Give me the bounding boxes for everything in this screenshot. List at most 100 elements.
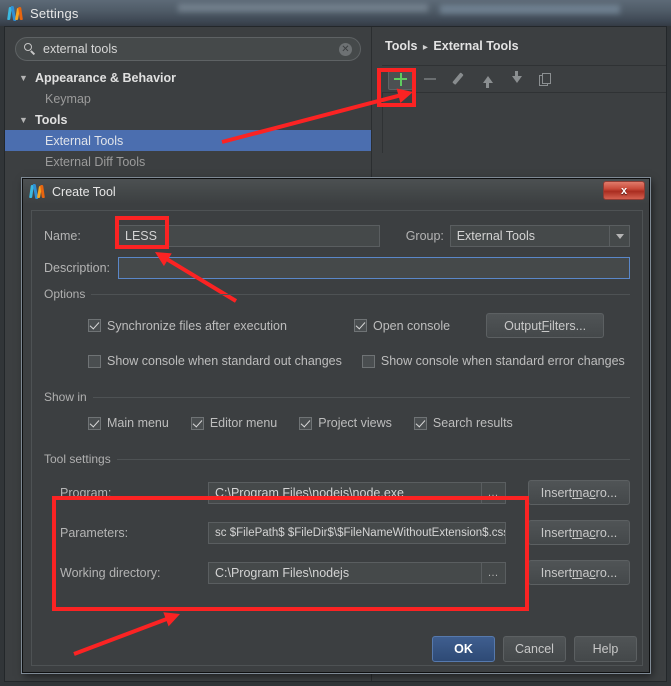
checkbox-editor-menu[interactable]: Editor menu — [190, 416, 278, 430]
insert-macro-mnemonic: m — [572, 485, 583, 500]
show-in-row: Main menu Editor menu Project views Sear… — [88, 416, 630, 430]
webstorm-logo-icon — [29, 184, 45, 199]
move-up-button[interactable] — [475, 68, 500, 90]
output-filters-button[interactable]: Output Filters... — [486, 313, 605, 338]
create-tool-titlebar: Create Tool x — [23, 179, 649, 204]
arrow-down-icon — [511, 70, 522, 83]
working-directory-input[interactable]: C:\Program Files\nodejs — [208, 561, 482, 584]
checkbox-show-console-stdout[interactable]: Show console when standard out changes — [88, 354, 342, 368]
create-tool-content: Name: LESS Group: External Tools Descrip… — [31, 210, 643, 666]
output-filters-mnemonic: F — [541, 318, 550, 333]
help-button[interactable]: Help — [574, 636, 637, 662]
tree-node-appearance-behavior[interactable]: ▼ Appearance & Behavior — [13, 67, 363, 88]
tree-node-label: Appearance & Behavior — [35, 70, 177, 85]
tree-node-label: Tools — [35, 112, 68, 127]
search-icon — [24, 43, 36, 55]
search-input-value: external tools — [43, 42, 118, 56]
chevron-down-icon[interactable]: ▼ — [19, 115, 32, 125]
checkbox-label: Synchronize files after execution — [107, 318, 287, 333]
tree-item-label: External Diff Tools — [45, 154, 146, 169]
cancel-button[interactable]: Cancel — [503, 636, 566, 662]
tree-item-label: Keymap — [45, 91, 91, 106]
clear-icon[interactable]: ✕ — [339, 42, 352, 56]
show-in-group-title: Show in — [44, 390, 93, 404]
external-tools-list[interactable] — [382, 93, 666, 153]
checkbox-icon — [413, 416, 427, 430]
checkbox-icon — [353, 319, 367, 332]
options-group: Options Synchronize files after executio… — [44, 287, 630, 368]
external-tools-toolbar — [382, 65, 666, 93]
tool-settings-group: Tool settings Program: C:\Program Files\… — [44, 452, 630, 585]
checkbox-icon — [88, 416, 101, 430]
copy-button[interactable] — [533, 68, 558, 90]
working-directory-row: Working directory: C:\Program Files\node… — [60, 560, 630, 585]
parameters-input[interactable]: sc $FilePath$ $FileDir$\$FileNameWithout… — [208, 521, 506, 544]
checkbox-main-menu[interactable]: Main menu — [88, 416, 169, 430]
group-label: Group: — [405, 229, 444, 243]
checkbox-icon — [88, 319, 101, 332]
add-button[interactable] — [388, 68, 413, 90]
create-tool-dialog: Create Tool x Name: LESS Group: External… — [22, 178, 650, 673]
output-filters-label-post: ilters... — [549, 318, 587, 333]
breadcrumb-separator-icon: ▸ — [422, 42, 428, 53]
chevron-down-icon[interactable]: ▼ — [19, 73, 32, 83]
name-input[interactable]: LESS — [118, 225, 380, 247]
checkbox-label: Editor menu — [209, 416, 278, 430]
breadcrumb: Tools ▸ External Tools — [385, 39, 666, 53]
working-directory-label: Working directory: — [60, 565, 161, 580]
tree-item-keymap[interactable]: Keymap — [13, 88, 363, 109]
checkbox-icon — [361, 354, 375, 368]
edit-button[interactable] — [446, 68, 471, 90]
insert-macro-mnemonic: m — [572, 565, 583, 580]
settings-titlebar: Settings — [0, 0, 671, 26]
show-in-group: Show in Main menu Editor menu Project vi… — [44, 390, 630, 430]
pencil-icon — [452, 73, 465, 86]
insert-macro-pre: Insert — [540, 565, 573, 580]
checkbox-synchronize-files[interactable]: Synchronize files after execution — [88, 319, 287, 333]
tool-settings-group-divider — [44, 459, 630, 460]
tree-item-external-tools[interactable]: External Tools — [5, 130, 371, 151]
copy-icon — [539, 72, 552, 86]
working-directory-browse-button[interactable]: … — [482, 561, 506, 584]
remove-button[interactable] — [417, 68, 442, 90]
tree-item-label: External Tools — [45, 133, 124, 148]
insert-macro-post: ro... — [595, 565, 618, 580]
tree-item-external-diff-tools[interactable]: External Diff Tools — [13, 151, 363, 172]
dialog-button-bar: OK Cancel Help — [432, 636, 637, 662]
program-insert-macro-button[interactable]: Insert m a c ro... — [528, 480, 630, 505]
working-directory-insert-macro-button[interactable]: Insert m a c ro... — [528, 560, 630, 585]
group-select[interactable]: External Tools — [449, 225, 630, 247]
description-input[interactable] — [118, 257, 630, 279]
program-input[interactable]: C:\Program Files\nodejs\node.exe — [208, 481, 482, 504]
checkbox-icon — [299, 416, 313, 430]
checkbox-show-console-stderr[interactable]: Show console when standard error changes — [361, 354, 625, 368]
create-tool-title: Create Tool — [52, 184, 116, 199]
chevron-down-icon[interactable] — [609, 226, 629, 246]
checkbox-project-views[interactable]: Project views — [299, 416, 392, 430]
checkbox-open-console[interactable]: Open console — [353, 319, 450, 333]
breadcrumb-parent: Tools — [385, 39, 418, 53]
search-input[interactable]: external tools ✕ — [15, 37, 361, 61]
insert-macro-mid: a — [582, 565, 590, 580]
breadcrumb-current: External Tools — [433, 39, 519, 53]
checkbox-search-results[interactable]: Search results — [413, 416, 513, 430]
checkbox-icon — [88, 354, 101, 368]
close-icon[interactable]: x — [603, 181, 645, 200]
move-down-button[interactable] — [504, 68, 529, 90]
minus-icon — [423, 78, 436, 80]
tree-node-tools[interactable]: ▼ Tools — [13, 109, 363, 130]
description-row: Description: — [44, 257, 630, 279]
webstorm-logo-icon — [7, 5, 23, 21]
show-in-group-divider — [44, 397, 630, 398]
ok-button[interactable]: OK — [432, 636, 495, 662]
checkbox-label: Main menu — [107, 416, 169, 430]
program-browse-button[interactable]: … — [482, 481, 506, 504]
insert-macro-pre: Insert — [540, 485, 573, 500]
checkbox-label: Search results — [432, 416, 513, 430]
name-group-row: Name: LESS Group: External Tools — [44, 225, 630, 247]
settings-window-title: Settings — [30, 5, 79, 21]
parameters-insert-macro-button[interactable]: Insert m a c ro... — [528, 520, 630, 545]
checkbox-icon — [190, 416, 204, 430]
options-group-divider — [44, 294, 630, 295]
insert-macro-post: ro... — [595, 525, 618, 540]
